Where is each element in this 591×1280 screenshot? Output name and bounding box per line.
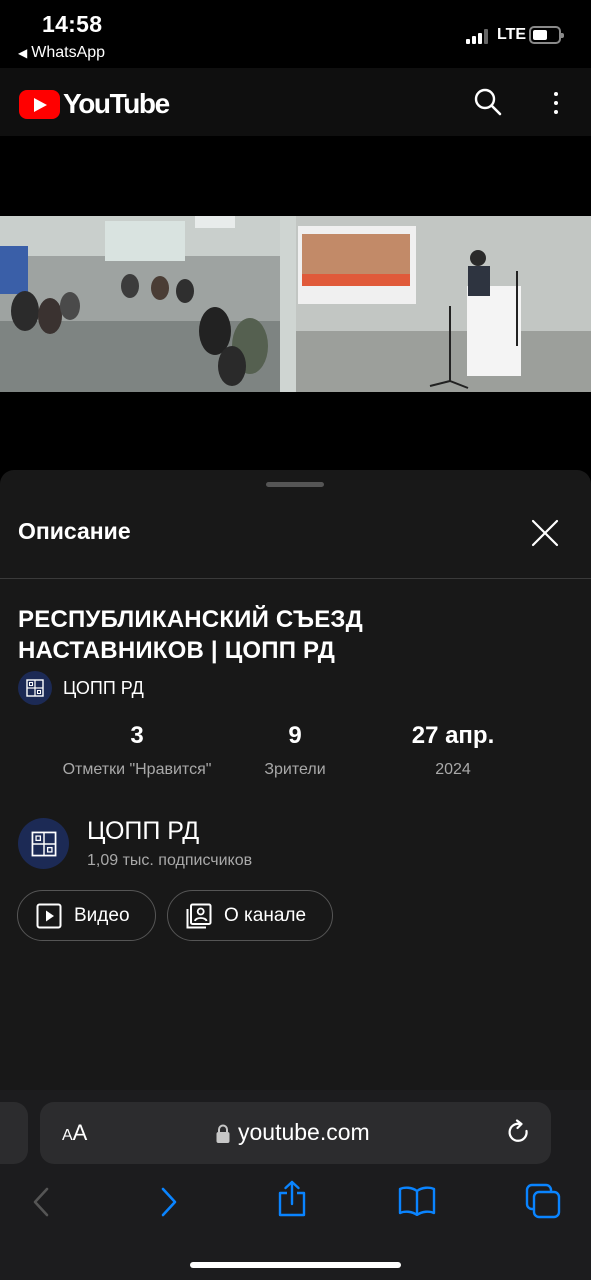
url-text: youtube.com bbox=[238, 1119, 370, 1145]
page-settings-button[interactable]: AA bbox=[62, 1120, 87, 1146]
divider bbox=[0, 578, 591, 579]
about-channel-button[interactable]: О канале bbox=[167, 890, 333, 941]
more-vertical-icon[interactable] bbox=[546, 88, 566, 118]
aa-large: A bbox=[72, 1120, 88, 1145]
share-icon[interactable] bbox=[277, 1180, 307, 1218]
home-indicator[interactable] bbox=[190, 1262, 401, 1268]
youtube-header: YouTube bbox=[0, 68, 591, 136]
back-to-app-link[interactable]: ◀ WhatsApp bbox=[18, 44, 105, 62]
description-sheet: Описание РЕСПУБЛИКАНСКИЙ СЪЕЗД НАСТАВНИК… bbox=[0, 470, 591, 1092]
videos-button-label: Видео bbox=[74, 904, 130, 926]
likes-label: Отметки "Нравится" bbox=[62, 761, 212, 778]
youtube-logo[interactable]: YouTube bbox=[19, 88, 170, 120]
previous-tab-peek[interactable] bbox=[0, 1102, 28, 1164]
lock-icon bbox=[216, 1124, 230, 1143]
reload-icon[interactable] bbox=[506, 1119, 532, 1147]
play-square-icon bbox=[36, 903, 62, 928]
channel-avatar-small bbox=[18, 671, 52, 705]
sheet-drag-handle[interactable] bbox=[266, 482, 324, 487]
views-count: 9 bbox=[288, 722, 302, 749]
sheet-title: Описание bbox=[18, 518, 131, 544]
battery-icon bbox=[529, 26, 564, 44]
back-app-label: WhatsApp bbox=[31, 44, 106, 61]
channel-logo-icon bbox=[31, 831, 56, 856]
channel-info: ЦОПП РД 1,09 тыс. подписчиков bbox=[87, 818, 252, 870]
subscriber-count: 1,09 тыс. подписчиков bbox=[87, 852, 253, 869]
youtube-play-icon bbox=[19, 89, 60, 119]
back-triangle-icon: ◀ bbox=[18, 46, 28, 60]
channel-row[interactable]: ЦОПП РД 1,09 тыс. подписчиков bbox=[18, 818, 252, 870]
bookmarks-icon[interactable] bbox=[398, 1186, 436, 1216]
date-stat: 27 апр. 2024 bbox=[393, 722, 513, 779]
about-channel-button-label: О канале bbox=[224, 904, 307, 926]
video-player[interactable] bbox=[0, 136, 591, 476]
channel-name-small: ЦОПП РД bbox=[63, 677, 144, 698]
back-arrow-icon[interactable] bbox=[30, 1186, 52, 1218]
videos-button[interactable]: Видео bbox=[17, 890, 156, 941]
search-icon[interactable] bbox=[474, 88, 502, 116]
likes-stat: 3 Отметки "Нравится" bbox=[56, 722, 218, 779]
channel-avatar bbox=[18, 818, 69, 869]
address-bar[interactable]: AA youtube.com bbox=[40, 1102, 551, 1164]
tabs-icon[interactable] bbox=[525, 1183, 561, 1219]
status-bar: 14:58 ◀ WhatsApp LTE bbox=[0, 0, 591, 68]
views-stat: 9 Зрители bbox=[245, 722, 345, 779]
safari-toolbar: AA youtube.com bbox=[0, 1090, 591, 1280]
channel-link-small[interactable]: ЦОПП РД bbox=[18, 671, 144, 705]
video-title: РЕСПУБЛИКАНСКИЙ СЪЕЗД НАСТАВНИКОВ | ЦОПП… bbox=[18, 606, 363, 664]
date-year: 2024 bbox=[435, 761, 471, 778]
signal-icon bbox=[466, 29, 490, 44]
profile-card-icon bbox=[186, 903, 212, 928]
forward-arrow-icon[interactable] bbox=[158, 1186, 180, 1218]
close-icon[interactable] bbox=[528, 516, 562, 550]
channel-name: ЦОПП РД bbox=[87, 817, 200, 845]
status-time: 14:58 bbox=[42, 11, 103, 37]
views-label: Зрители bbox=[264, 761, 326, 778]
video-thumbnail bbox=[0, 216, 591, 392]
date-day: 27 апр. bbox=[411, 722, 495, 749]
youtube-logo-text: YouTube bbox=[63, 88, 170, 119]
aa-small: A bbox=[62, 1127, 73, 1144]
likes-count: 3 bbox=[130, 722, 144, 749]
channel-logo-icon bbox=[26, 679, 44, 697]
network-label: LTE bbox=[497, 26, 527, 43]
